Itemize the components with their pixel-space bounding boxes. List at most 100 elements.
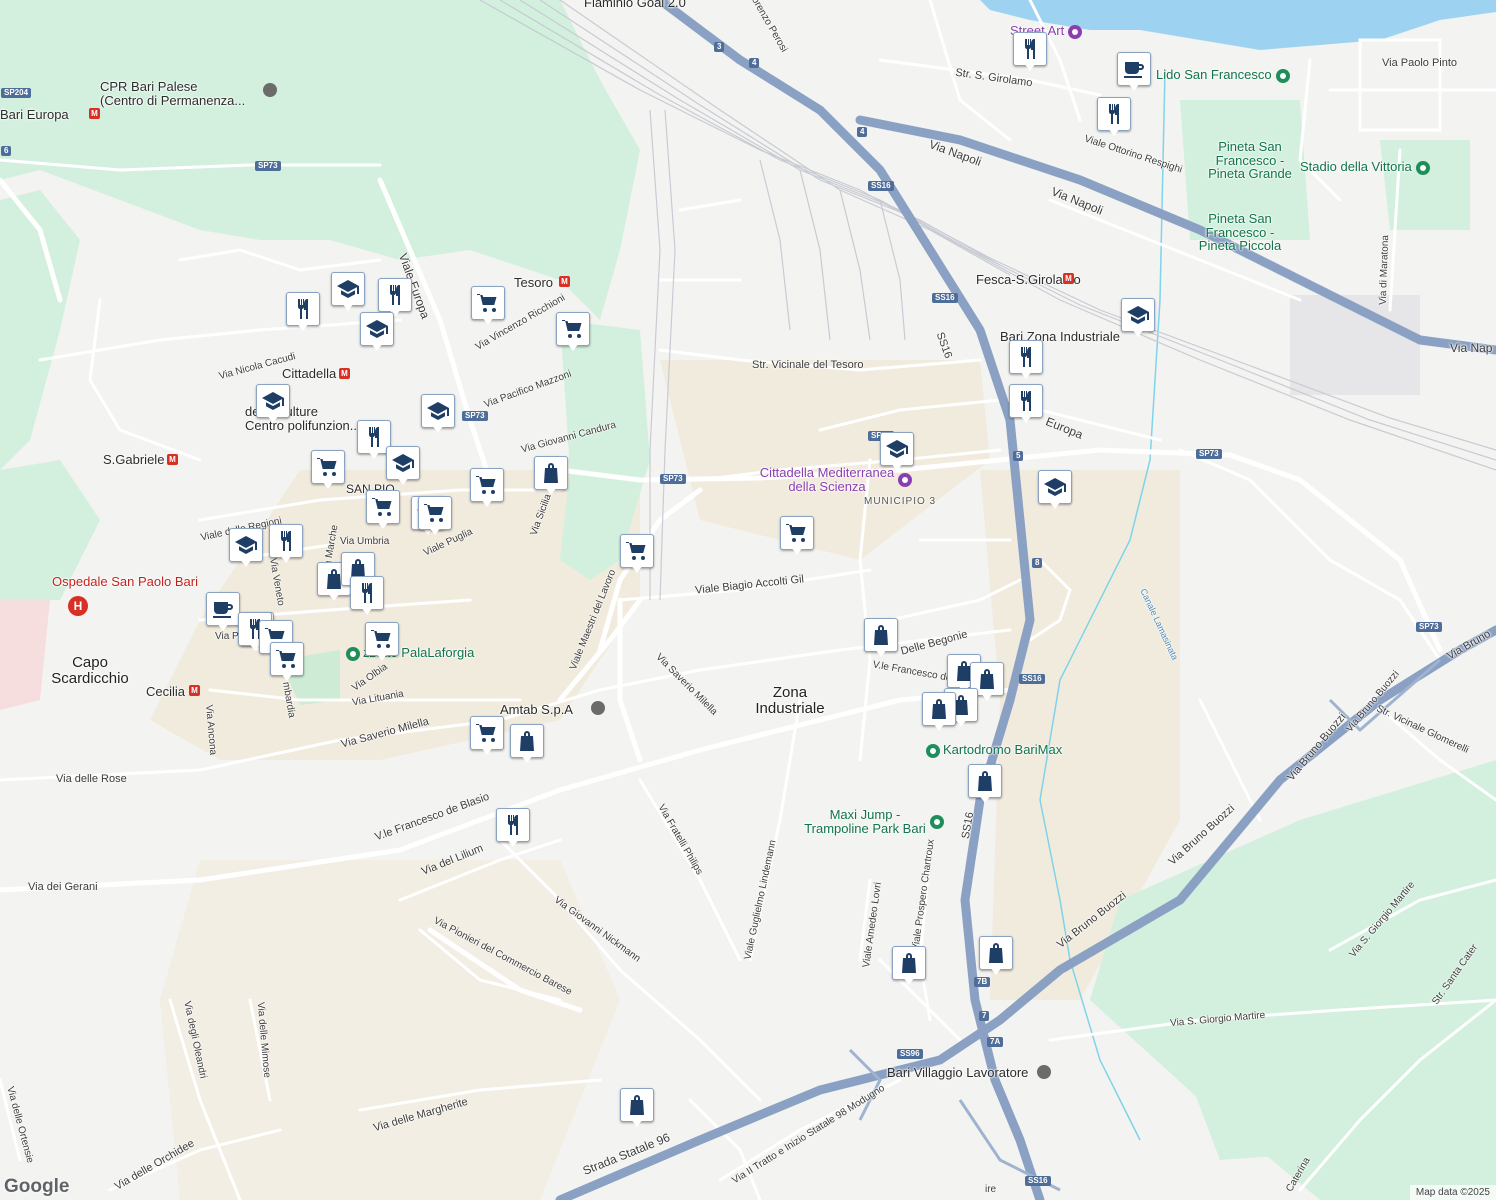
poi-marker-school[interactable]: [331, 272, 365, 314]
poi-marker-grocery[interactable]: [470, 468, 504, 510]
map-canvas[interactable]: Zona Industriale Capo Scardicchio CPR Ba…: [0, 0, 1496, 1200]
poi-marker-shopping[interactable]: [510, 724, 544, 766]
marker-box: [496, 808, 530, 842]
poi-marker-shopping[interactable]: [892, 946, 926, 988]
poi-marker-shopping[interactable]: [534, 456, 568, 498]
place-cittadella[interactable]: Cittadella: [282, 367, 336, 380]
place-ospedale[interactable]: Ospedale San Paolo Bari: [52, 575, 198, 588]
place-lido[interactable]: Lido San Francesco: [1156, 68, 1290, 83]
marker-box: [1097, 97, 1131, 131]
place-kartodromo[interactable]: Kartodromo BariMax: [926, 743, 1062, 758]
poi-marker-shopping[interactable]: [864, 618, 898, 660]
street-ire: ire: [985, 1184, 997, 1195]
marker-pointer: [281, 673, 293, 681]
place-pineta-piccola[interactable]: Pineta San Francesco - Pineta Piccola: [1190, 212, 1290, 253]
place-municipio[interactable]: MUNICIPIO 3: [864, 497, 936, 507]
poi-marker-school[interactable]: [1121, 298, 1155, 340]
shield-exit-6: 6: [1, 146, 12, 156]
camera-icon: [1068, 24, 1083, 39]
place-bari-europa[interactable]: Bari Europa: [0, 108, 69, 121]
poi-marker-grocery[interactable]: [471, 286, 505, 328]
shield-ss96: SS96: [897, 1049, 923, 1059]
poi-marker-restaurant[interactable]: [496, 808, 530, 850]
marker-pointer: [322, 481, 334, 489]
poi-marker-grocery[interactable]: [270, 642, 304, 684]
marker-pointer: [1108, 128, 1120, 136]
poi-marker-grocery[interactable]: [418, 496, 452, 538]
marker-pointer: [376, 653, 388, 661]
shield-sp73: SP73: [255, 161, 281, 171]
marker-box: [470, 716, 504, 750]
marker-box: [311, 450, 345, 484]
marker-pointer: [1020, 415, 1032, 423]
poi-marker-grocery[interactable]: [556, 312, 590, 354]
place-cpr[interactable]: CPR Bari Palese (Centro di Permanenza...: [100, 79, 245, 109]
google-logo: Google: [4, 1176, 70, 1197]
place-flaminio[interactable]: Flaminio Goal 2.0: [584, 0, 686, 9]
poi-marker-school[interactable]: [421, 394, 455, 436]
poi-marker-cafe[interactable]: [1117, 52, 1151, 94]
marker-pointer: [1128, 83, 1140, 91]
marker-pointer: [371, 343, 383, 351]
place-stadio[interactable]: Stadio della Vittoria: [1300, 160, 1430, 175]
poi-marker-school[interactable]: [256, 384, 290, 426]
marker-box: [286, 292, 320, 326]
park-pin-icon: [346, 646, 360, 661]
school-icon: [366, 320, 388, 338]
grocery-cart-icon: [786, 524, 806, 542]
poi-marker-grocery[interactable]: [366, 490, 400, 532]
poi-marker-grocery[interactable]: [780, 516, 814, 558]
marker-pointer: [1049, 501, 1061, 509]
place-s-gabriele[interactable]: S.Gabriele: [103, 453, 164, 466]
shopping-bag-icon: [544, 463, 558, 483]
poi-marker-restaurant[interactable]: [1013, 32, 1047, 74]
poi-marker-restaurant[interactable]: [1097, 97, 1131, 139]
poi-marker-school[interactable]: [360, 312, 394, 354]
place-maxi-jump[interactable]: Maxi Jump - Trampoline Park Bari: [790, 808, 940, 835]
metro-icon: M: [167, 454, 178, 465]
restaurant-icon: [281, 531, 291, 551]
shield-exit-7a: 7A: [987, 1037, 1004, 1047]
marker-pointer: [429, 527, 441, 535]
poi-marker-shopping[interactable]: [968, 764, 1002, 806]
street-paolo-pinto: Via Paolo Pinto: [1382, 57, 1458, 69]
marker-pointer: [891, 463, 903, 471]
place-tesoro[interactable]: Tesoro: [514, 276, 553, 289]
marker-box: [534, 456, 568, 490]
place-pineta-grande[interactable]: Pineta San Francesco - Pineta Grande: [1200, 140, 1300, 181]
park-pin-icon: [930, 815, 944, 829]
poi-marker-cafe[interactable]: [206, 592, 240, 634]
marker-box: [421, 394, 455, 428]
place-villaggio-lavoratore[interactable]: Bari Villaggio Lavoratore: [887, 1066, 1028, 1079]
map-attribution[interactable]: Map data ©2025: [1409, 1185, 1496, 1200]
poi-marker-school[interactable]: [386, 446, 420, 488]
poi-marker-grocery[interactable]: [365, 622, 399, 664]
marker-pointer: [791, 547, 803, 555]
marker-pointer: [342, 303, 354, 311]
poi-marker-grocery[interactable]: [470, 716, 504, 758]
shopping-bag-icon: [520, 731, 534, 751]
marker-box: [864, 618, 898, 652]
marker-pointer: [267, 415, 279, 423]
poi-marker-school[interactable]: [880, 432, 914, 474]
marker-pointer: [567, 343, 579, 351]
poi-marker-restaurant[interactable]: [269, 524, 303, 566]
poi-marker-shopping[interactable]: [620, 1088, 654, 1130]
poi-marker-restaurant[interactable]: [1009, 340, 1043, 382]
poi-marker-grocery[interactable]: [620, 534, 654, 576]
poi-marker-restaurant[interactable]: [350, 576, 384, 618]
poi-marker-restaurant[interactable]: [1009, 384, 1043, 426]
place-cecilia[interactable]: Cecilia: [146, 685, 185, 698]
marker-box: [386, 446, 420, 480]
poi-marker-shopping[interactable]: [979, 936, 1013, 978]
poi-marker-restaurant[interactable]: [286, 292, 320, 334]
place-amtab[interactable]: Amtab S.p.A: [500, 703, 573, 716]
poi-marker-grocery[interactable]: [311, 450, 345, 492]
school-icon: [886, 440, 908, 458]
poi-marker-school[interactable]: [229, 528, 263, 570]
marker-pointer: [481, 747, 493, 755]
marker-box: [350, 576, 384, 610]
marker-pointer: [481, 499, 493, 507]
poi-marker-shopping[interactable]: [922, 692, 956, 734]
poi-marker-school[interactable]: [1038, 470, 1072, 512]
